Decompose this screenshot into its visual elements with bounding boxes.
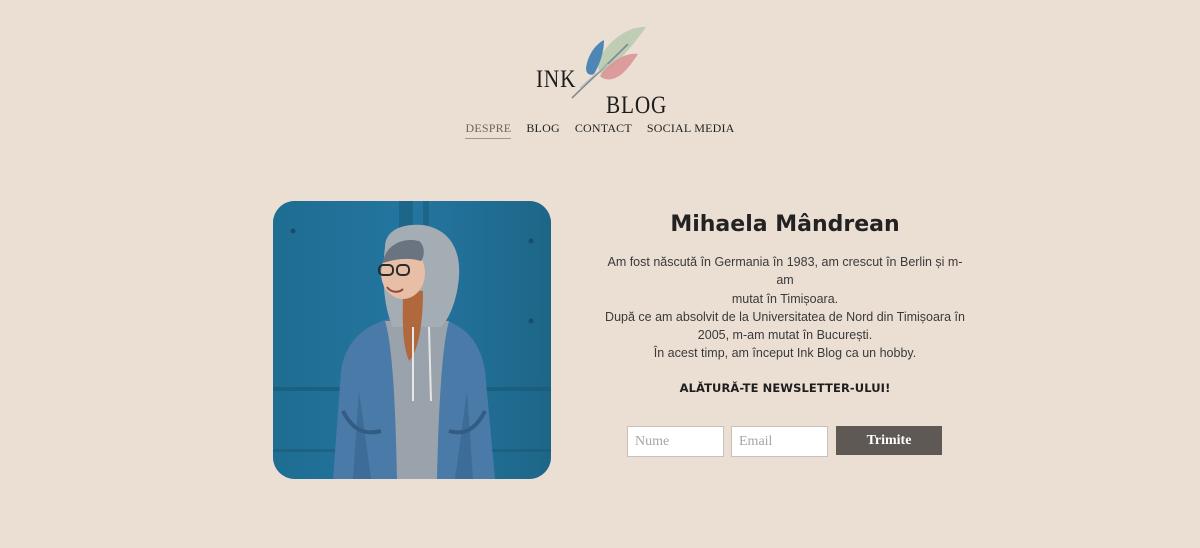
bio-line: 2005, m-am mutat în București.	[697, 328, 873, 343]
author-name: Mihaela Mândrean	[670, 212, 900, 237]
name-input[interactable]	[627, 426, 724, 457]
newsletter-heading: ALĂTURĂ-TE NEWSLETTER-ULUI!	[679, 381, 891, 395]
email-input[interactable]	[731, 426, 828, 457]
submit-button[interactable]: Trimite	[836, 426, 942, 455]
logo-text-ink: INK	[536, 66, 577, 93]
bio-line: mutat în Timișoara.	[731, 291, 839, 306]
nav-item-social-media[interactable]: SOCIAL MEDIA	[647, 121, 735, 139]
profile-photo	[273, 201, 551, 479]
bio-line: În acest timp, am început Ink Blog ca un…	[653, 346, 917, 361]
site-logo[interactable]: INK BLOG	[528, 22, 668, 119]
nav-item-contact[interactable]: CONTACT	[575, 121, 632, 139]
logo-text-blog: BLOG	[606, 92, 668, 119]
bio-line: Am fost născută în Germania în 1983, am …	[607, 255, 963, 288]
bio-line: După ce am absolvit de la Universitatea …	[605, 309, 965, 324]
author-bio: Am fost născută în Germania în 1983, am …	[600, 253, 970, 363]
feather-icon	[571, 26, 646, 99]
nav-item-despre[interactable]: DESPRE	[465, 121, 512, 139]
main-nav: DESPRE BLOG CONTACT SOCIAL MEDIA	[0, 121, 1200, 139]
nav-item-blog[interactable]: BLOG	[526, 121, 559, 139]
